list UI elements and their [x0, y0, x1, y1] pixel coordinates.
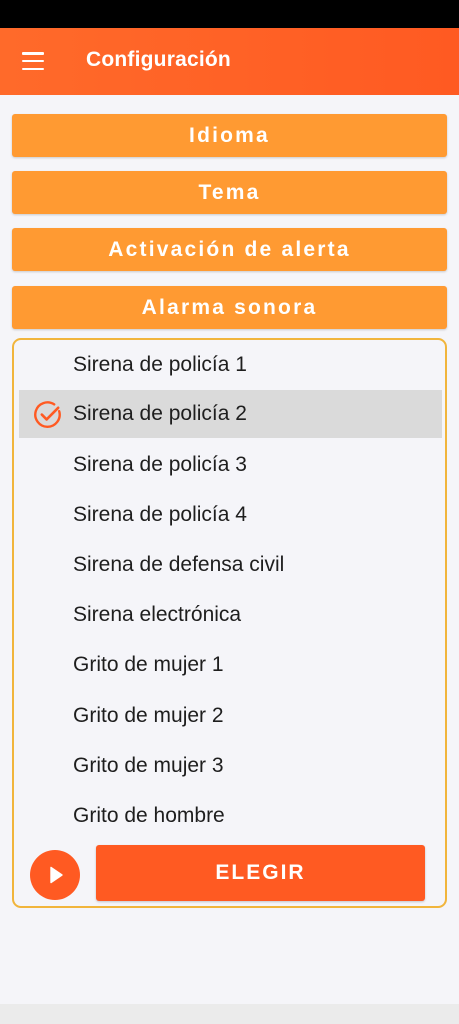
sound-option-label: Sirena de policía 1	[73, 353, 247, 376]
sound-option[interactable]: Sirena de policía 3	[19, 441, 442, 489]
app-bar: Configuración	[0, 28, 459, 95]
sound-option-label: Sirena electrónica	[73, 603, 242, 626]
language-button[interactable]: Idioma	[12, 114, 447, 157]
sound-option-label: Grito de hombre	[73, 804, 225, 827]
sound-option[interactable]: Sirena electrónica	[19, 591, 442, 639]
sound-option[interactable]: Grito de mujer 1	[19, 641, 442, 689]
sound-option[interactable]: Sirena de defensa civil	[19, 541, 442, 589]
alert-activation-button[interactable]: Activación de alerta	[12, 228, 447, 271]
play-button[interactable]	[30, 850, 80, 900]
sound-option[interactable]: Sirena de policía 1	[19, 341, 442, 389]
sound-option[interactable]: Sirena de policía 4	[19, 491, 442, 539]
play-icon	[50, 866, 63, 884]
sound-option-label: Grito de mujer 1	[73, 653, 224, 676]
sound-option-label: Grito de mujer 3	[73, 754, 224, 777]
status-bar	[0, 0, 459, 28]
hamburger-menu-icon[interactable]	[22, 52, 46, 70]
sound-option-label: Sirena de defensa civil	[73, 553, 285, 576]
navigation-bar	[0, 1004, 459, 1024]
sound-option[interactable]: Grito de mujer 3	[19, 742, 442, 790]
sound-option-label: Sirena de policía 4	[73, 503, 247, 526]
page-title: Configuración	[86, 48, 231, 71]
sound-option-selected[interactable]: Sirena de policía 2	[19, 390, 442, 438]
sound-option-label: Grito de mujer 2	[73, 704, 224, 727]
sound-alarm-button[interactable]: Alarma sonora	[12, 286, 447, 329]
theme-button[interactable]: Tema	[12, 171, 447, 214]
sound-alarm-panel: Sirena de policía 1 Sirena de policía 2 …	[12, 338, 447, 908]
sound-option[interactable]: Grito de hombre	[19, 792, 442, 840]
sound-option-label: Sirena de policía 2	[73, 402, 247, 425]
sound-option-label: Sirena de policía 3	[73, 453, 247, 476]
choose-button[interactable]: ELEGIR	[96, 845, 425, 901]
sound-option[interactable]: Grito de mujer 2	[19, 692, 442, 740]
check-circle-icon	[34, 401, 61, 428]
